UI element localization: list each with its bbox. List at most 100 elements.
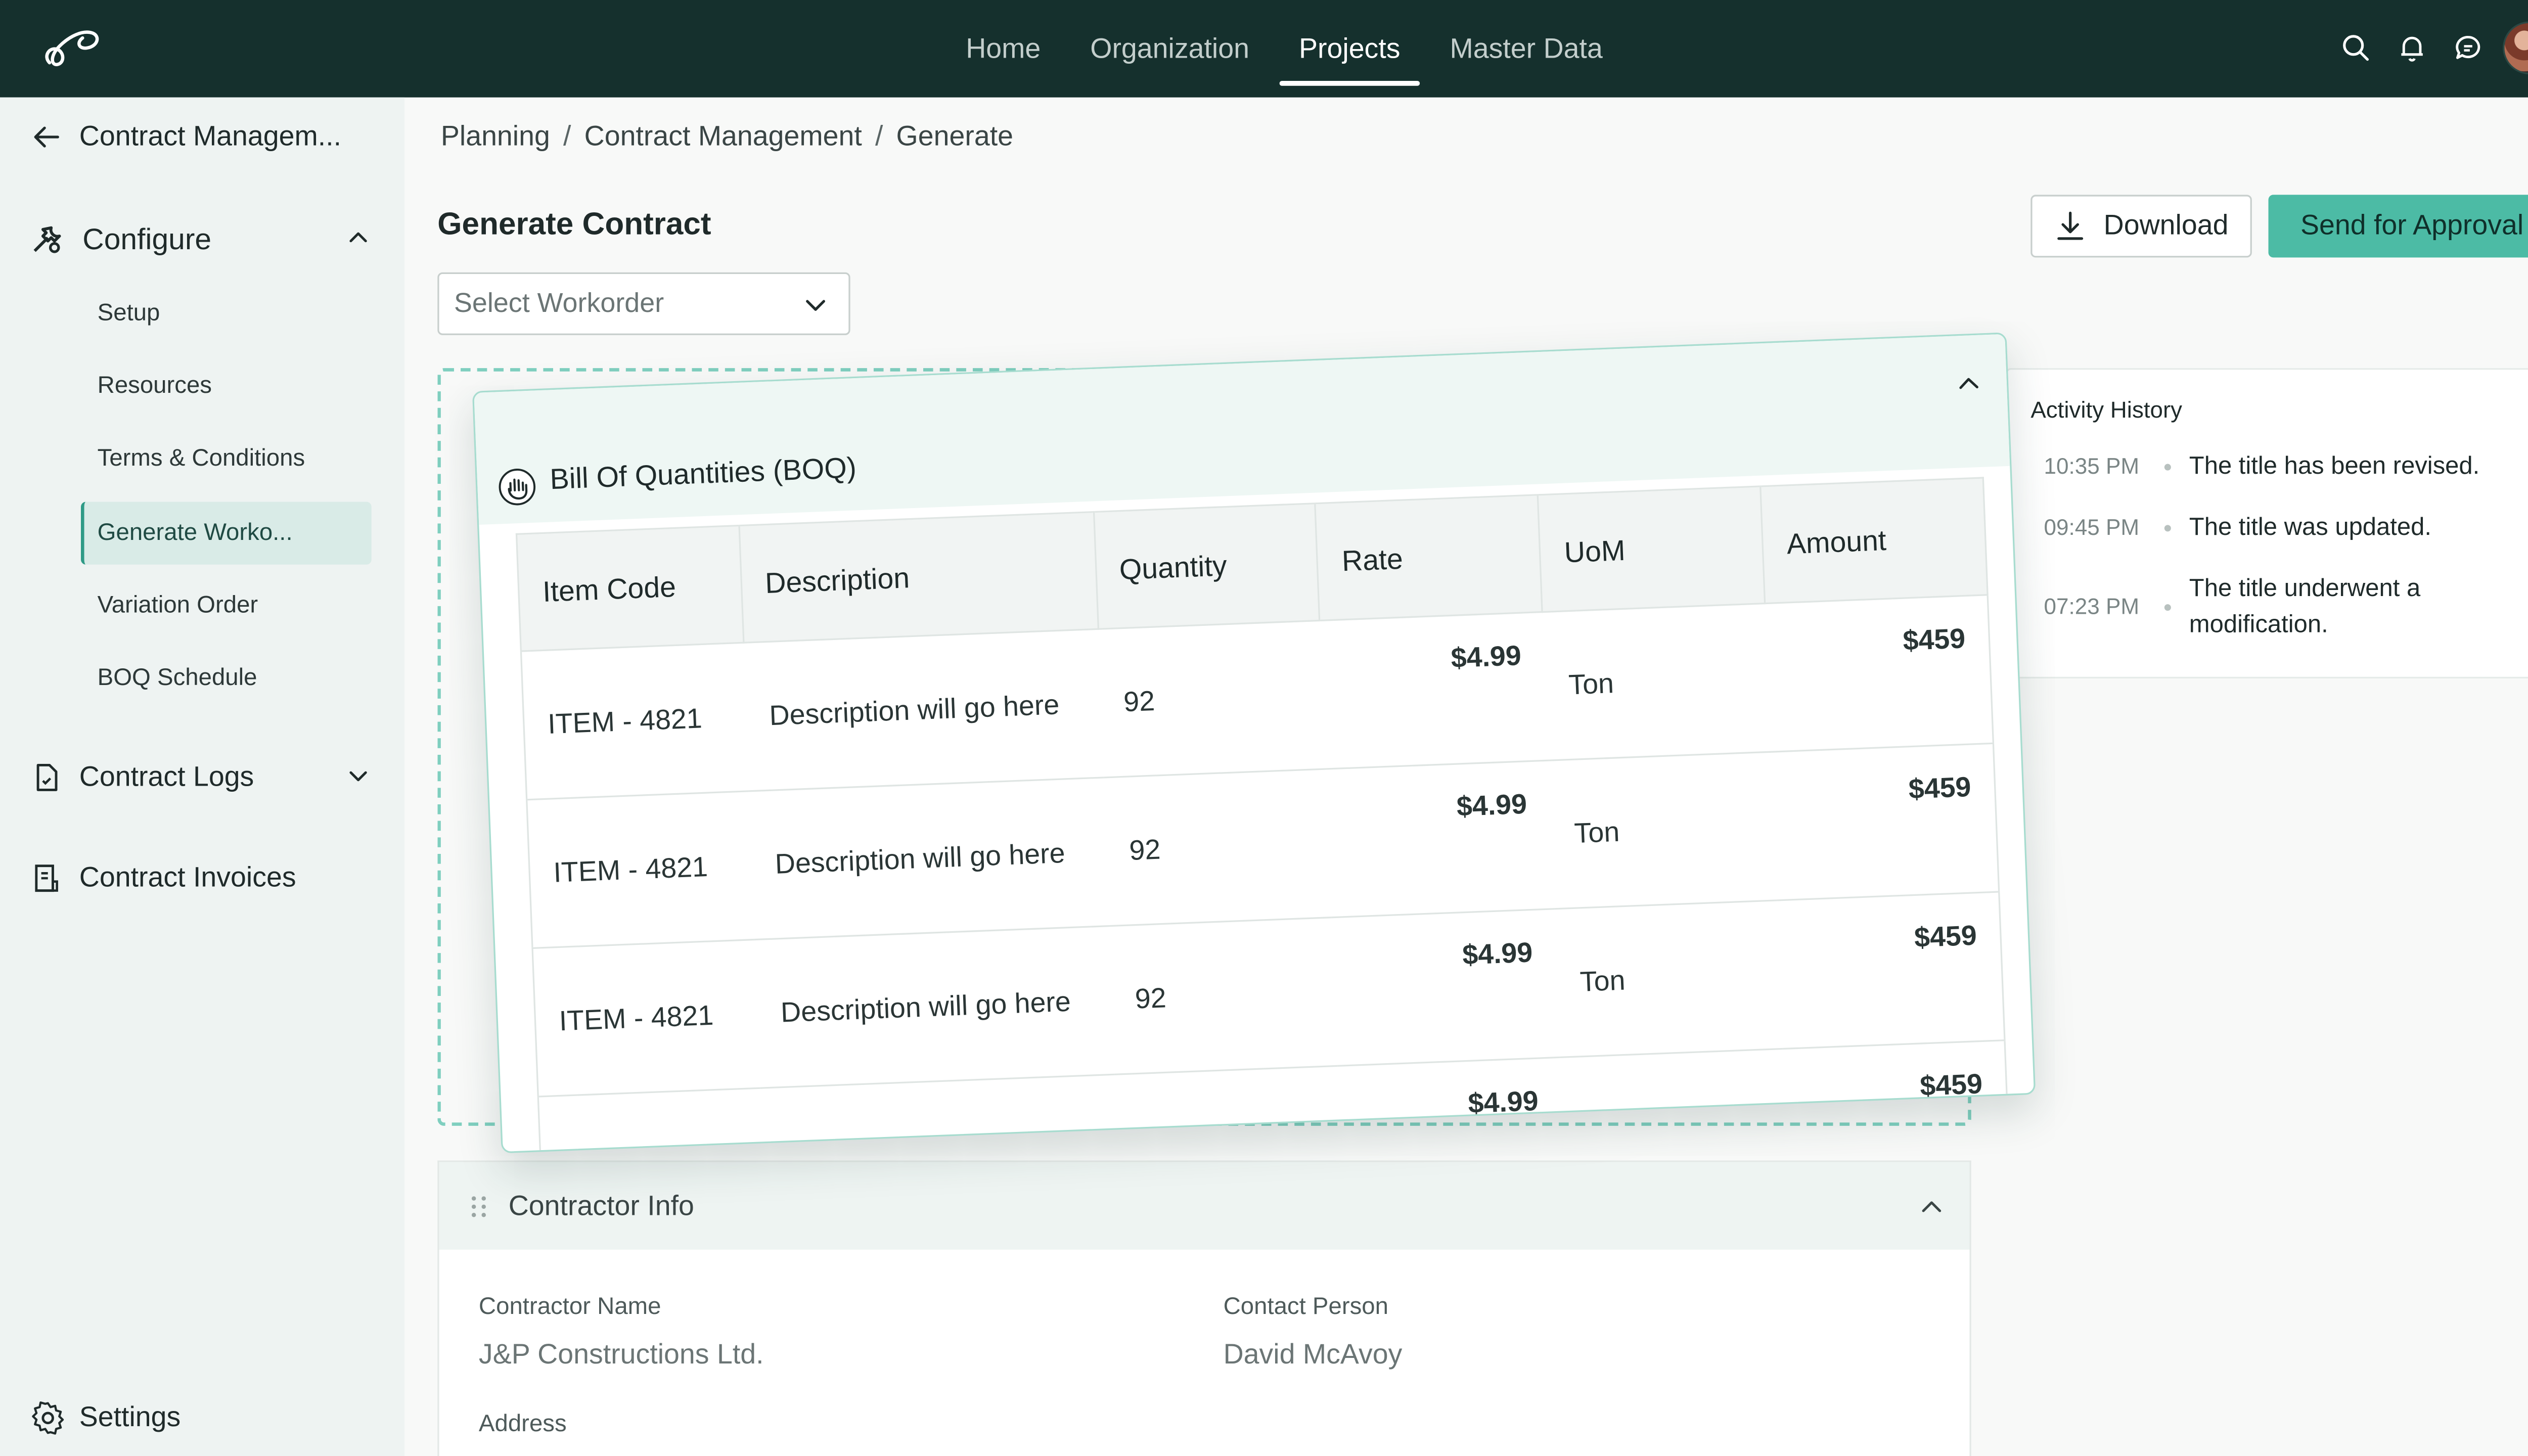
chevron-down-icon: [804, 294, 827, 317]
back-label: Contract Managem...: [79, 120, 342, 152]
contractor-name-value: J&P Constructions Ltd.: [478, 1339, 764, 1371]
download-label: Download: [2103, 209, 2229, 241]
column-header-item-code[interactable]: Item Code: [516, 525, 744, 652]
sidebar-item-generate-workorder[interactable]: Generate Worko...: [80, 502, 372, 565]
amount-cell: $459: [1765, 595, 1994, 752]
download-button[interactable]: Download: [2030, 195, 2252, 258]
download-icon: [2054, 210, 2087, 243]
nav-organization[interactable]: Organization: [1070, 0, 1269, 98]
chevron-up-icon[interactable]: [1957, 371, 1980, 395]
column-header-quantity[interactable]: Quantity: [1093, 503, 1321, 629]
breadcrumb-contract-management[interactable]: Contract Management: [584, 120, 862, 153]
nav-projects[interactable]: Projects: [1279, 0, 1421, 98]
logo-icon[interactable]: [39, 23, 106, 73]
quantity-cell: 92: [1114, 1066, 1343, 1154]
breadcrumb-generate[interactable]: Generate: [896, 120, 1013, 153]
activity-text: The title was updated.: [2189, 513, 2432, 542]
contract-invoices-label: Contract Invoices: [79, 861, 296, 893]
workorder-select-placeholder: Select Workorder: [454, 289, 664, 319]
uom-cell: Ton: [1548, 752, 1777, 909]
rate-cell: $4.99: [1326, 760, 1554, 918]
sidebar-item-terms-conditions[interactable]: Terms & Conditions: [81, 428, 372, 490]
quantity-cell: 92: [1098, 620, 1326, 778]
description-cell: Description will go here: [743, 629, 1104, 791]
column-header-amount[interactable]: Amount: [1760, 477, 1988, 604]
page-title: Generate Contract: [437, 208, 711, 243]
chevron-up-icon: [347, 226, 370, 249]
amount-cell: $459: [1771, 743, 1999, 900]
item-code-cell: ITEM - 4821: [532, 939, 761, 1097]
nav-home[interactable]: Home: [946, 0, 1060, 98]
back-to-contract-management[interactable]: Contract Managem...: [30, 117, 341, 157]
contractor-info-card: Contractor Info Contractor Name J&P Cons…: [437, 1160, 1971, 1456]
sidebar-item-contract-invoices[interactable]: Contract Invoices: [30, 857, 377, 900]
rate-cell: $4.99: [1331, 908, 1560, 1066]
activity-history-title: Activity History: [2030, 396, 2183, 423]
gear-icon: [30, 1400, 66, 1436]
sidebar-item-setup[interactable]: Setup: [81, 282, 372, 345]
nav-master-data[interactable]: Master Data: [1430, 0, 1622, 98]
item-code-cell: ITEM - 4821: [538, 1088, 766, 1154]
contractor-info-header: Contractor Info: [439, 1162, 1970, 1250]
sidebar-item-resources[interactable]: Resources: [81, 355, 372, 418]
app-root: Home Organization Projects Master Data C…: [0, 0, 2528, 1456]
top-bar: Home Organization Projects Master Data: [0, 0, 2528, 98]
contact-person-value: David McAvoy: [1223, 1339, 1403, 1371]
uom-cell: Ton: [1543, 603, 1771, 761]
contact-person-label: Contact Person: [1223, 1294, 1388, 1321]
column-header-rate[interactable]: Rate: [1316, 494, 1543, 621]
breadcrumb-planning[interactable]: Planning: [441, 120, 550, 153]
breadcrumb: Planning / Contract Management / Generat…: [441, 120, 1013, 153]
user-avatar[interactable]: [2503, 21, 2528, 74]
item-code-cell: ITEM - 4821: [521, 643, 749, 800]
arrow-left-icon: [30, 120, 63, 153]
quantity-cell: 92: [1109, 917, 1337, 1075]
drag-handle-icon[interactable]: [469, 1193, 488, 1219]
main-nav: Home Organization Projects Master Data: [941, 0, 1628, 98]
rate-cell: $4.99: [1320, 612, 1549, 769]
uom-cell: Ton: [1559, 1049, 1788, 1154]
search-icon[interactable]: [2328, 21, 2384, 74]
description-cell: Description will go here: [749, 777, 1109, 940]
boq-title: Bill Of Quantities (BOQ): [549, 450, 857, 496]
contractor-name-label: Contractor Name: [478, 1294, 661, 1321]
sidebar-group-configure[interactable]: Configure: [30, 218, 377, 261]
amount-cell: $459: [1776, 891, 2005, 1049]
activity-text: The title underwent a modification.: [2189, 574, 2421, 639]
chevron-down-icon: [347, 764, 370, 788]
contractor-info-title: Contractor Info: [508, 1189, 694, 1221]
chevron-up-icon[interactable]: [1920, 1195, 1944, 1218]
address-label: Address: [478, 1411, 567, 1438]
bell-icon[interactable]: [2384, 21, 2440, 74]
sidebar-item-variation-order[interactable]: Variation Order: [81, 574, 372, 637]
sidebar-item-boq-schedule[interactable]: BOQ Schedule: [81, 647, 372, 710]
column-header-description[interactable]: Description: [739, 512, 1098, 643]
breadcrumb-separator: /: [563, 120, 571, 152]
top-icons: [2328, 21, 2528, 74]
uom-cell: Ton: [1554, 900, 1782, 1058]
grab-hand-icon[interactable]: [496, 467, 537, 508]
send-for-approval-button[interactable]: Send for Approval: [2268, 195, 2528, 258]
column-header-uom[interactable]: UoM: [1538, 486, 1765, 612]
chat-icon[interactable]: [2440, 21, 2496, 74]
activity-dot: [2164, 525, 2171, 532]
activity-time: 09:45 PM: [2044, 515, 2140, 540]
description-cell: Description will go here: [760, 1074, 1121, 1154]
description-cell: Description will go here: [754, 926, 1115, 1088]
document-icon: [30, 761, 63, 794]
activity-dot: [2164, 604, 2171, 611]
item-code-cell: ITEM - 4821: [526, 791, 755, 948]
configure-label: Configure: [82, 222, 212, 255]
boq-table: Item Code Description Quantity Rate UoM …: [515, 477, 2011, 1154]
boq-card[interactable]: Bill Of Quantities (BOQ) Item Code Descr…: [472, 332, 2036, 1154]
workorder-select[interactable]: Select Workorder: [437, 272, 850, 335]
activity-time: 10:35 PM: [2044, 453, 2140, 479]
breadcrumb-separator: /: [875, 120, 883, 152]
sidebar: Contract Managem... Configure Setup Reso…: [0, 97, 404, 1456]
amount-cell: $459: [1782, 1040, 2011, 1154]
settings-link[interactable]: Settings: [30, 1400, 181, 1436]
settings-label: Settings: [79, 1401, 181, 1433]
sidebar-group-contract-logs[interactable]: Contract Logs: [30, 756, 377, 799]
activity-dot: [2164, 464, 2171, 471]
quantity-cell: 92: [1103, 769, 1332, 926]
